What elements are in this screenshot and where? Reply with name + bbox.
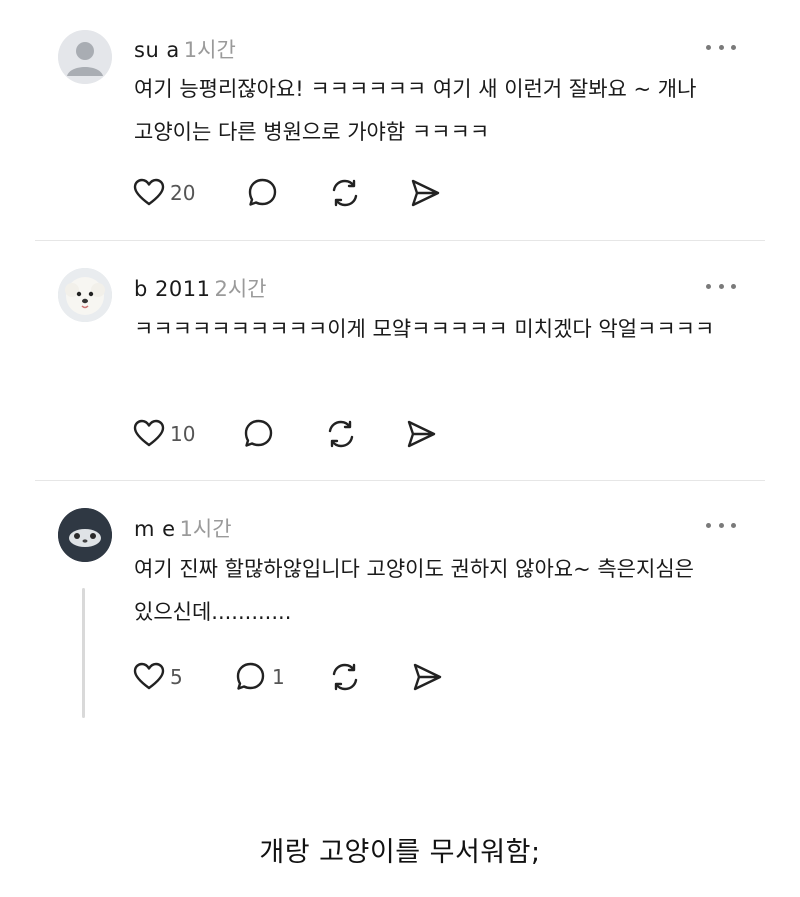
heart-icon xyxy=(133,662,165,690)
share-icon xyxy=(407,420,436,448)
like-count: 5 xyxy=(170,665,183,689)
more-icon[interactable] xyxy=(706,281,736,291)
username[interactable]: b 2011 xyxy=(134,277,210,301)
caption: 개랑 고양이를 무서워함; xyxy=(259,837,541,868)
comment-icon xyxy=(244,419,273,447)
comment-text: ㅋㅋㅋㅋㅋㅋㅋㅋㅋㅋ이게 모얔ㅋㅋㅋㅋㅋ 미치겠다 악얼ㅋㅋㅋㅋ xyxy=(134,317,715,341)
avatar[interactable] xyxy=(58,30,112,84)
comment-icon xyxy=(236,662,265,690)
username[interactable]: m e xyxy=(134,517,176,541)
like-button[interactable]: 5 xyxy=(132,660,183,694)
repost-button[interactable] xyxy=(328,660,362,694)
timestamp: 1시간 xyxy=(179,517,232,541)
animal-avatar-icon xyxy=(58,508,112,562)
repost-icon xyxy=(332,179,358,207)
comment-header: m e 1시간 xyxy=(134,513,232,543)
timestamp: 1시간 xyxy=(183,38,236,62)
share-icon xyxy=(413,663,442,691)
reply-count: 1 xyxy=(272,665,285,689)
more-icon[interactable] xyxy=(706,520,736,530)
default-avatar-icon xyxy=(58,30,112,84)
repost-button[interactable] xyxy=(324,417,358,451)
action-bar: 10 xyxy=(132,417,436,451)
comment-icon xyxy=(248,178,277,206)
divider xyxy=(35,480,765,481)
share-button[interactable] xyxy=(410,660,444,694)
more-icon[interactable] xyxy=(706,42,736,52)
reply-button[interactable] xyxy=(246,176,280,210)
like-count: 20 xyxy=(170,181,196,205)
repost-button[interactable] xyxy=(328,176,362,210)
reply-button[interactable]: 1 xyxy=(234,660,285,694)
action-bar: 5 1 xyxy=(132,660,442,694)
avatar[interactable] xyxy=(58,268,112,322)
heart-icon xyxy=(133,419,165,447)
share-button[interactable] xyxy=(404,417,438,451)
timestamp: 2시간 xyxy=(214,277,267,301)
repost-icon xyxy=(328,420,354,448)
like-button[interactable]: 10 xyxy=(132,417,195,451)
repost-icon xyxy=(332,663,358,691)
divider xyxy=(35,240,765,241)
like-count: 10 xyxy=(170,422,196,446)
dog-avatar-icon xyxy=(58,268,112,322)
thread-line xyxy=(82,588,85,718)
comment-text: 여기 능평리잖아요! ㅋㅋㅋㅋㅋㅋ 여기 새 이런거 잘봐요 ~ 개나 고양이는… xyxy=(134,77,697,144)
heart-icon xyxy=(133,178,165,206)
comment-header: b 2011 2시간 xyxy=(134,273,266,303)
username[interactable]: su a xyxy=(134,38,180,62)
action-bar: 20 xyxy=(132,176,440,210)
reply-button[interactable] xyxy=(242,417,276,451)
share-icon xyxy=(411,179,440,207)
like-button[interactable]: 20 xyxy=(132,176,195,210)
comment-header: su a 1시간 xyxy=(134,34,236,64)
avatar[interactable] xyxy=(58,508,112,562)
comment-text: 여기 진짜 할많하않입니다 고양이도 권하지 않아요~ 측은지심은 있으신데..… xyxy=(134,557,694,624)
share-button[interactable] xyxy=(408,176,442,210)
